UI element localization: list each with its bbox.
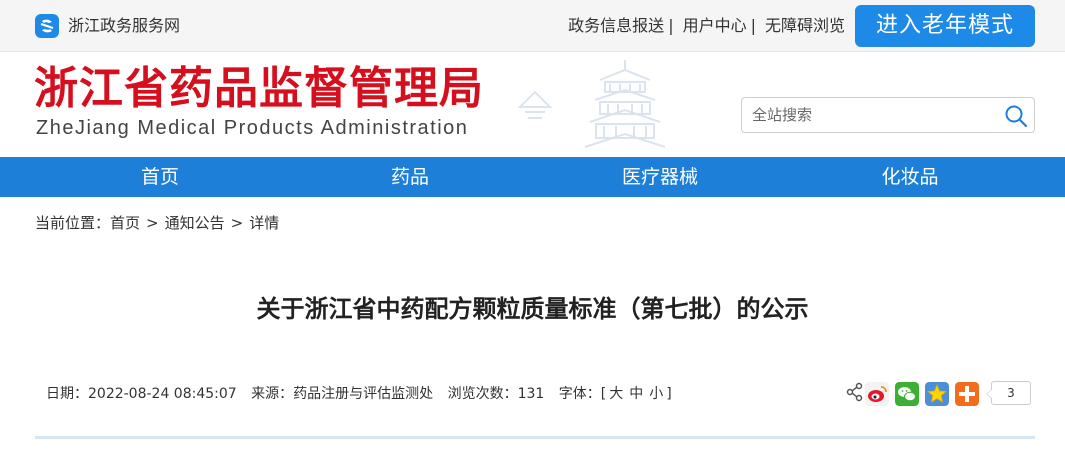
wechat-icon[interactable]	[895, 382, 919, 406]
breadcrumb-separator: >	[146, 214, 159, 232]
font-size-label: 字体：[	[558, 386, 607, 402]
link-info-report[interactable]: 政务信息报送	[568, 16, 664, 35]
zhejiang-service-logo-icon[interactable]	[35, 14, 59, 38]
views-count: 131	[517, 386, 545, 402]
pagoda-decoration-icon	[517, 60, 666, 148]
font-size-close: ]	[666, 386, 672, 402]
search-input[interactable]	[752, 98, 1002, 132]
elder-mode-button[interactable]: 进入老年模式	[855, 5, 1035, 47]
breadcrumb-current: 详情	[249, 214, 280, 232]
article-views: 浏览次数：131	[448, 386, 545, 402]
article-date: 日期：2022-08-24 08:45:07	[46, 386, 237, 402]
link-user-center[interactable]: 用户中心	[683, 16, 747, 35]
site-name-link[interactable]: 浙江政务服务网	[68, 16, 180, 36]
weibo-icon[interactable]	[865, 382, 889, 406]
separator: |	[750, 16, 756, 35]
font-size-small[interactable]: 小	[649, 386, 663, 402]
favorite-star-icon[interactable]	[925, 382, 949, 406]
agency-title-cn[interactable]: 浙江省药品监督管理局	[34, 62, 484, 116]
font-size-medium[interactable]: 中	[629, 386, 643, 402]
breadcrumb-separator: >	[230, 214, 244, 232]
nav-item-drugs[interactable]: 药品	[310, 157, 510, 197]
font-size-large[interactable]: 大	[609, 386, 623, 402]
article-title: 关于浙江省中药配方颗粒质量标准（第七批）的公示	[256, 295, 809, 323]
breadcrumb: 当前位置：首页 > 通知公告 > 详情	[35, 213, 279, 233]
share-icon[interactable]	[843, 380, 867, 404]
link-accessibility[interactable]: 无障碍浏览	[765, 16, 845, 35]
separator: |	[668, 16, 674, 35]
more-plus-icon[interactable]	[955, 382, 979, 406]
views-label: 浏览次数：	[447, 386, 518, 402]
search-icon[interactable]	[1004, 104, 1028, 128]
share-count-badge: 3	[986, 381, 1031, 405]
agency-title-en: ZheJiang Medical Products Administration	[36, 117, 469, 139]
site-header: 浙江省药品监督管理局 ZheJiang Medical Products Adm…	[0, 52, 1065, 157]
breadcrumb-prefix: 当前位置：	[35, 214, 111, 232]
breadcrumb-notices[interactable]: 通知公告	[165, 214, 225, 232]
top-bar: 浙江政务服务网 政务信息报送 | 用户中心 | 无障碍浏览 进入老年模式	[0, 0, 1065, 52]
top-links: 政务信息报送 | 用户中心 | 无障碍浏览	[568, 16, 845, 36]
nav-item-medical-devices[interactable]: 医疗器械	[560, 157, 760, 197]
main-nav: 首页 药品 医疗器械 化妆品	[0, 157, 1065, 197]
breadcrumb-home[interactable]: 首页	[110, 214, 140, 232]
font-size-controls: 字体：[大中小]	[559, 386, 672, 402]
article-meta: 日期：2022-08-24 08:45:07 来源：药品注册与评估监测处 浏览次…	[46, 384, 682, 404]
site-search-box[interactable]	[741, 97, 1035, 133]
nav-item-cosmetics[interactable]: 化妆品	[810, 157, 1010, 197]
article-source: 来源：药品注册与评估监测处	[251, 386, 434, 402]
nav-item-home[interactable]: 首页	[60, 157, 260, 197]
content-divider	[35, 436, 1035, 439]
